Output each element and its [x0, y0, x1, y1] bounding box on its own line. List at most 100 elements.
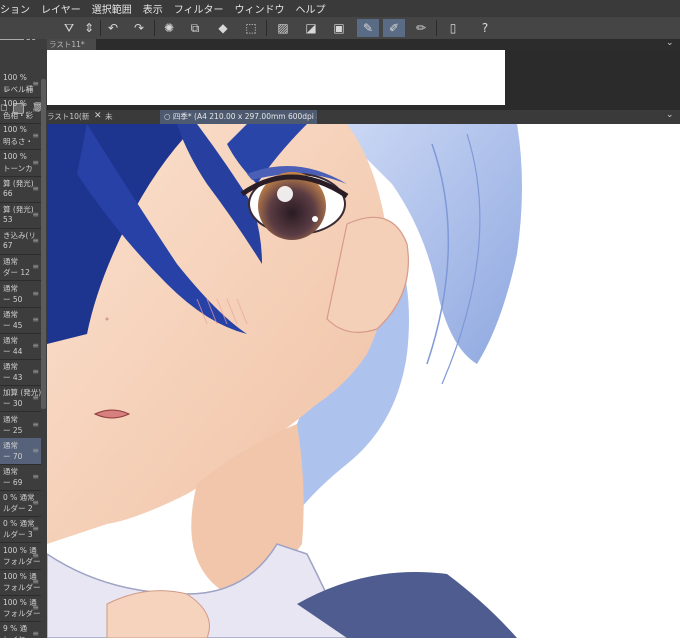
secondary-canvas[interactable]	[47, 50, 505, 105]
stabilizer-icon[interactable]: ⛛	[60, 19, 78, 37]
layer-opacity-blend: 通常	[3, 283, 18, 293]
clear-selection-icon[interactable]: ▨	[274, 19, 292, 37]
layer-menu-icon[interactable]: ≡	[32, 289, 39, 298]
layer-item[interactable]: 加算 (発光) ー 30 ≡	[0, 385, 41, 413]
top-tab-bar	[47, 39, 680, 50]
menu-view[interactable]: 表示	[143, 1, 163, 16]
layer-item[interactable]: 100 % 通フォルダー ≡	[0, 569, 41, 596]
layer-item[interactable]: 0 % 通常 ルダー 2 ≡	[0, 490, 41, 518]
layer-item[interactable]: 通常ー 45 ≡	[0, 307, 41, 334]
tab-illust-10[interactable]: ラスト10(新	[47, 110, 91, 124]
layer-menu-icon[interactable]: ≡	[32, 367, 39, 376]
layer-menu-icon[interactable]: ≡	[32, 236, 39, 245]
layer-menu-icon[interactable]: ≡	[32, 472, 39, 481]
anime-illustration	[47, 124, 680, 638]
device-icon[interactable]: ▯	[444, 19, 462, 37]
fill-icon[interactable]: ◆	[214, 19, 232, 37]
layer-menu-icon[interactable]: ≡	[32, 315, 39, 324]
layer-item[interactable]: 通常ー 69 ≡	[0, 464, 41, 491]
layer-menu-icon[interactable]: ≡	[32, 446, 39, 455]
menu-animation[interactable]: ション	[0, 1, 30, 16]
layer-item[interactable]: 9 % 通レイヤー≡	[0, 621, 41, 638]
chevron-down-icon[interactable]: ⌄	[666, 38, 674, 48]
layer-name: 明るさ・	[3, 137, 33, 147]
transform-icon[interactable]: ⬚	[242, 19, 260, 37]
layer-name: ー 45	[3, 320, 23, 330]
menu-help[interactable]: ヘルプ	[296, 1, 326, 16]
undo-icon[interactable]: ↶	[104, 19, 122, 37]
layer-item[interactable]: 通常ー 50 ≡	[0, 281, 41, 308]
layer-menu-icon[interactable]: ≡	[32, 262, 39, 271]
layer-name: ー 25	[3, 425, 23, 435]
pen-icon[interactable]: ✏	[412, 19, 430, 37]
layer-item[interactable]: 0 % 通常 ルダー 3 ≡	[0, 516, 41, 544]
layer-opacity-blend: 0 % 通常	[3, 493, 35, 503]
layer-item[interactable]: 100 % 通フォルダー ≡	[0, 543, 41, 570]
layer-menu-icon[interactable]: ≡	[32, 105, 39, 114]
layer-menu-icon[interactable]: ≡	[32, 629, 39, 638]
layer-menu-icon[interactable]: ≡	[32, 131, 39, 140]
close-icon[interactable]: ✕	[94, 111, 102, 121]
layer-item[interactable]: 100 % レベル補 ≡	[0, 71, 41, 98]
pen-pressure-icon[interactable]: ✐	[383, 19, 405, 37]
layer-menu-icon[interactable]: ≡	[32, 524, 39, 533]
chevron-down-icon-2[interactable]: ⌄	[666, 110, 674, 120]
menu-layer[interactable]: レイヤー	[41, 1, 81, 16]
redo-icon[interactable]: ↷	[130, 19, 148, 37]
tab-shiki[interactable]: ○ 四季* (A4 210.00 x 297.00mm 600dpi 85.9%…	[160, 110, 317, 124]
layer-item[interactable]: 100 % 明るさ・ ≡	[0, 123, 41, 151]
layer-name: 67	[3, 241, 13, 251]
spin-icon[interactable]: ⇕	[39, 39, 45, 41]
layer-menu-icon[interactable]: ≡	[32, 184, 39, 193]
menu-window[interactable]: ウィンドウ	[235, 1, 285, 16]
layer-name: 色相・彩	[3, 111, 33, 121]
layer-item[interactable]: 100 % 色相・彩 ≡	[0, 97, 41, 125]
command-bar: ⛛ ⇕ ↶ ↷ ✺ ⧉ ◆ ⬚ ▨ ◪ ▣ ✎ ✐ ✏ ▯ ?	[0, 17, 680, 40]
tab-illust-11[interactable]: ラスト11*	[47, 39, 96, 50]
layer-menu-icon[interactable]: ≡	[32, 79, 39, 88]
menu-selection[interactable]: 選択範囲	[92, 1, 132, 16]
pen-mode-icon[interactable]: ✎	[357, 19, 379, 37]
layer-item[interactable]: 通常ー 25 ≡	[0, 412, 41, 439]
brush-size-row[interactable]: 50 ⇕	[0, 39, 47, 45]
artwork-canvas[interactable]	[47, 124, 680, 638]
layer-opacity-blend: 100 %	[3, 151, 27, 161]
layer-scrollbar[interactable]	[41, 79, 46, 409]
layer-item[interactable]: 100 % 通フォルダー ≡	[0, 595, 41, 622]
tab-untitled[interactable]: 未	[105, 110, 161, 124]
nose	[105, 317, 109, 321]
layer-menu-icon[interactable]: ≡	[32, 158, 39, 167]
loading-icon[interactable]: ✺	[160, 19, 178, 37]
eye-highlight	[277, 186, 293, 202]
layer-menu-icon[interactable]: ≡	[32, 551, 39, 560]
layer-item[interactable]: 通常ー 70 ≡	[0, 437, 41, 465]
layer-opacity-blend: 通常	[3, 440, 18, 450]
layer-item[interactable]: 通常 ダー 12 ≡	[0, 254, 41, 282]
layer-name: ー 69	[3, 478, 23, 487]
layer-menu-icon[interactable]: ≡	[32, 210, 39, 219]
stepper-icon[interactable]: ⇕	[80, 19, 98, 37]
layer-item[interactable]: 通常ー 43 ≡	[0, 359, 41, 387]
layer-item[interactable]: 100 % トーンカ ≡	[0, 150, 41, 177]
layer-menu-icon[interactable]: ≡	[32, 603, 39, 612]
layer-item[interactable]: 算 (発光) 53 ≡	[0, 202, 41, 229]
layer-menu-icon[interactable]: ≡	[32, 420, 39, 429]
layer-opacity-blend: 算 (発光)	[3, 205, 34, 214]
copy-icon[interactable]: ⧉	[186, 19, 204, 37]
brush-size-slider[interactable]	[0, 39, 24, 40]
menu-bar: ション レイヤー 選択範囲 表示 フィルター ウィンドウ ヘルプ	[0, 0, 680, 17]
layer-menu-icon[interactable]: ≡	[32, 393, 39, 402]
frame-icon[interactable]: ▣	[330, 19, 348, 37]
layer-item[interactable]: き込み(リ 67 ≡	[0, 228, 41, 256]
layer-menu-icon[interactable]: ≡	[32, 498, 39, 507]
layer-item[interactable]: 算 (発光) 66 ≡	[0, 176, 41, 203]
layer-menu-icon[interactable]: ≡	[32, 341, 39, 350]
layer-name: トーンカ	[3, 163, 33, 173]
layer-menu-icon[interactable]: ≡	[32, 577, 39, 586]
layer-opacity-blend: 9 % 通	[3, 624, 28, 634]
layer-item[interactable]: 通常ー 44 ≡	[0, 333, 41, 360]
menu-filter[interactable]: フィルター	[174, 1, 224, 16]
help-icon[interactable]: ?	[476, 19, 494, 37]
layer-opacity-blend: 通常	[3, 362, 18, 372]
gradient-icon[interactable]: ◪	[302, 19, 320, 37]
